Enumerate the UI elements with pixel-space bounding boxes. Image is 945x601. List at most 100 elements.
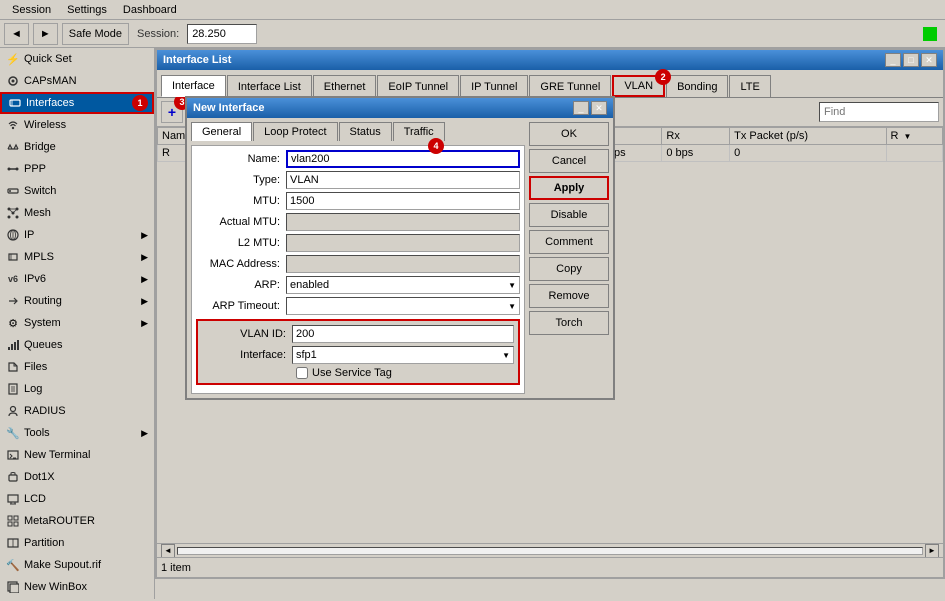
makesupout-icon: 🔨 <box>6 558 20 572</box>
sidebar-item-ip[interactable]: IP ▶ <box>0 224 154 246</box>
sidebar-item-ipv6[interactable]: v6 IPv6 ▶ <box>0 268 154 290</box>
sidebar-item-wireless[interactable]: Wireless <box>0 114 154 136</box>
menubar: Session Settings Dashboard <box>0 0 945 20</box>
scroll-right-button[interactable]: ► <box>925 544 939 558</box>
mtu-label: MTU: <box>196 195 286 207</box>
sidebar-item-exit[interactable]: Exit <box>0 598 154 599</box>
wireless-icon <box>6 118 20 132</box>
col-r[interactable]: R ▼ <box>886 128 942 145</box>
sidebar-item-lcd[interactable]: LCD <box>0 488 154 510</box>
ok-button[interactable]: OK <box>529 122 609 146</box>
sidebar-item-dot1x[interactable]: Dot1X <box>0 466 154 488</box>
statusbar: 1 item <box>157 557 943 577</box>
sidebar-item-bridge[interactable]: Bridge <box>0 136 154 158</box>
tab-lte[interactable]: LTE <box>729 75 770 97</box>
apply-button[interactable]: Apply <box>529 176 609 200</box>
sidebar-item-quickset[interactable]: ⚡ Quick Set <box>0 48 154 70</box>
sidebar-item-makesupout[interactable]: 🔨 Make Supout.rif <box>0 554 154 576</box>
sidebar-item-mpls[interactable]: MPLS ▶ <box>0 246 154 268</box>
sidebar-item-newterminal[interactable]: New Terminal <box>0 444 154 466</box>
newwinbox-icon <box>6 580 20 594</box>
sidebar-item-system[interactable]: ⚙ System ▶ <box>0 312 154 334</box>
toolbar: ◄ ► Safe Mode Session: <box>0 20 945 48</box>
sidebar-item-routing[interactable]: Routing ▶ <box>0 290 154 312</box>
menu-dashboard[interactable]: Dashboard <box>115 2 185 18</box>
sidebar-item-log[interactable]: Log <box>0 378 154 400</box>
sidebar-label-partition: Partition <box>24 537 64 549</box>
sidebar-item-interfaces[interactable]: Interfaces 1 <box>0 92 154 114</box>
back-button[interactable]: ◄ <box>4 23 29 45</box>
name-input[interactable] <box>286 150 520 168</box>
use-service-tag-label: Use Service Tag <box>312 367 392 379</box>
tab-ip-tunnel[interactable]: IP Tunnel <box>460 75 528 97</box>
l2mtu-input[interactable] <box>286 234 520 252</box>
sidebar-item-ppp[interactable]: PPP <box>0 158 154 180</box>
sidebar-item-metarouter[interactable]: MetaROUTER <box>0 510 154 532</box>
tab-interface[interactable]: Interface <box>161 75 226 97</box>
sidebar-label-metarouter: MetaROUTER <box>24 515 95 527</box>
close-button[interactable]: ✕ <box>921 53 937 67</box>
col-tx-packet[interactable]: Tx Packet (p/s) <box>730 128 886 145</box>
sidebar-item-tools[interactable]: 🔧 Tools ▶ <box>0 422 154 444</box>
sidebar-item-queues[interactable]: Queues <box>0 334 154 356</box>
comment-button[interactable]: Comment <box>529 230 609 254</box>
session-input[interactable] <box>187 24 257 44</box>
tab-vlan[interactable]: VLAN 2 <box>612 75 665 97</box>
menu-settings[interactable]: Settings <box>59 2 115 18</box>
sidebar-label-system: System <box>24 317 61 329</box>
safemode-button[interactable]: Safe Mode <box>62 23 129 45</box>
actual-mtu-input[interactable] <box>286 213 520 231</box>
ppp-icon <box>6 162 20 176</box>
menu-session[interactable]: Session <box>4 2 59 18</box>
sidebar-item-radius[interactable]: RADIUS <box>0 400 154 422</box>
cancel-button[interactable]: Cancel <box>529 149 609 173</box>
sidebar-item-capsman[interactable]: CAPsMAN <box>0 70 154 92</box>
sidebar-item-files[interactable]: Files <box>0 356 154 378</box>
tab-bonding[interactable]: Bonding <box>666 75 728 97</box>
vlan-id-input[interactable] <box>292 325 514 343</box>
dialog-tab-status[interactable]: Status <box>339 122 392 141</box>
vlan-id-label: VLAN ID: <box>202 328 292 340</box>
minimize-button[interactable]: _ <box>885 53 901 67</box>
scrollbar-track[interactable] <box>177 547 923 555</box>
forward-button[interactable]: ► <box>33 23 58 45</box>
sidebar-item-switch[interactable]: Switch <box>0 180 154 202</box>
sidebar-item-mesh[interactable]: Mesh <box>0 202 154 224</box>
dialog-tabs: General Loop Protect Status Traffic <box>191 122 525 141</box>
lcd-icon <box>6 492 20 506</box>
cell-rx: 0 bps <box>662 145 730 162</box>
window-controls: _ □ ✕ <box>885 53 937 67</box>
arp-dropdown-arrow: ▼ <box>508 281 516 290</box>
sidebar-label-wireless: Wireless <box>24 119 66 131</box>
tab-ethernet[interactable]: Ethernet <box>313 75 377 97</box>
mtu-input[interactable] <box>286 192 520 210</box>
queues-icon <box>6 338 20 352</box>
tab-gre-tunnel[interactable]: GRE Tunnel <box>529 75 611 97</box>
form-badge: 4 <box>428 138 444 154</box>
add-interface-button[interactable]: + 3 <box>161 101 183 123</box>
dialog-tab-general[interactable]: General <box>191 122 252 141</box>
copy-button[interactable]: Copy <box>529 257 609 281</box>
dialog-tab-loopprotect[interactable]: Loop Protect <box>253 122 337 141</box>
arp-select[interactable]: enabled ▼ <box>286 276 520 294</box>
sidebar-item-partition[interactable]: Partition <box>0 532 154 554</box>
vlan-id-row: VLAN ID: <box>202 325 514 343</box>
remove-button[interactable]: Remove <box>529 284 609 308</box>
interface-select[interactable]: sfp1 ▼ <box>292 346 514 364</box>
dialog-minimize-button[interactable]: _ <box>573 101 589 115</box>
maximize-button[interactable]: □ <box>903 53 919 67</box>
dialog-close-button[interactable]: ✕ <box>591 101 607 115</box>
cell-tx-packet: 0 <box>730 145 886 162</box>
use-service-tag-checkbox[interactable] <box>296 367 308 379</box>
scroll-left-button[interactable]: ◄ <box>161 544 175 558</box>
torch-button[interactable]: Torch <box>529 311 609 335</box>
horizontal-scrollbar[interactable]: ◄ ► <box>157 543 943 557</box>
arp-timeout-select[interactable]: ▼ <box>286 297 520 315</box>
find-input[interactable] <box>819 102 939 122</box>
disable-button[interactable]: Disable <box>529 203 609 227</box>
col-rx[interactable]: Rx <box>662 128 730 145</box>
mac-input[interactable] <box>286 255 520 273</box>
tab-interface-list[interactable]: Interface List <box>227 75 312 97</box>
tab-eoip-tunnel[interactable]: EoIP Tunnel <box>377 75 459 97</box>
sidebar-item-newwinbox[interactable]: New WinBox <box>0 576 154 598</box>
